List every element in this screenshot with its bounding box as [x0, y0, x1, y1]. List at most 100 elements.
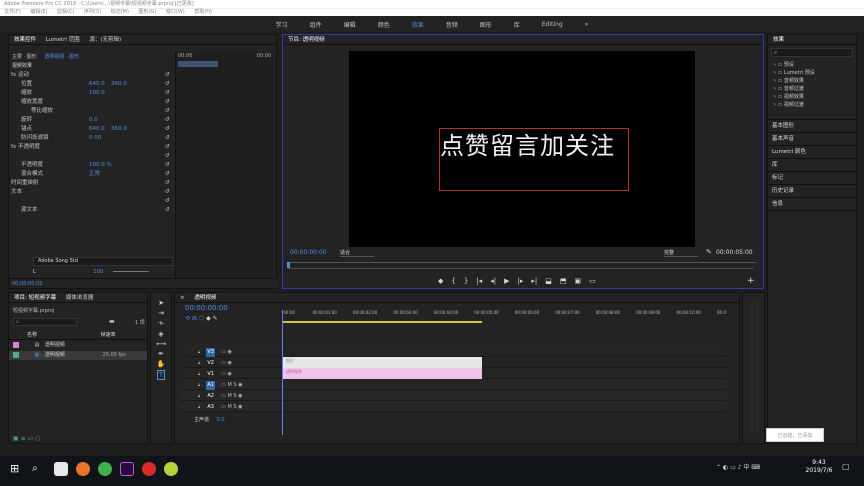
lock-icon[interactable]: 🔒︎: [198, 371, 200, 376]
effects-folder[interactable]: › ▭ 音频效果: [774, 77, 856, 85]
menu-marker[interactable]: 标记(M): [111, 9, 129, 15]
effect-row[interactable]: fx 运动 ↺: [9, 71, 175, 80]
effect-row[interactable]: 源文本 ↺: [9, 206, 175, 215]
reset-icon[interactable]: ↺: [165, 98, 170, 107]
workspace-assembly[interactable]: 组件: [299, 20, 333, 29]
reset-icon[interactable]: ↺: [165, 206, 170, 215]
task-view-icon[interactable]: [54, 462, 68, 476]
workspace-effects[interactable]: 效果: [401, 20, 435, 29]
font-select[interactable]: Adobe Song Std: [33, 257, 173, 266]
track-target-button[interactable]: A2: [206, 392, 215, 401]
effects-folder[interactable]: › ▭ 预设: [774, 61, 856, 69]
project-footer-icons[interactable]: ▣ ≡ ▭ ○: [13, 435, 40, 442]
premiere-icon[interactable]: [120, 462, 134, 476]
step-forward-icon[interactable]: |▸: [517, 277, 523, 285]
add-marker-icon[interactable]: ◆: [438, 277, 443, 285]
reset-icon[interactable]: ↺: [165, 152, 170, 161]
effect-controls-timecode[interactable]: 00:00:00:00: [9, 278, 277, 288]
go-to-out-icon[interactable]: ▸|: [531, 277, 537, 285]
reset-icon[interactable]: ↺: [165, 197, 170, 206]
search-icon[interactable]: ⌕: [32, 463, 38, 474]
workspace-editing-en[interactable]: Editing: [531, 21, 574, 28]
panel-section-header[interactable]: 基本声音: [768, 133, 856, 146]
extract-icon[interactable]: ⬒: [560, 277, 567, 285]
mute-solo-icons[interactable]: ▭ M S ◉: [221, 404, 242, 410]
fit-select[interactable]: 适合: [340, 249, 374, 257]
effect-row[interactable]: 时间重映射 ↺: [9, 179, 175, 188]
font-size-value[interactable]: 100: [93, 269, 103, 275]
tab-media-browser[interactable]: 媒体浏览器: [66, 295, 94, 301]
effect-row-value[interactable]: 100.0 %: [89, 161, 112, 170]
lock-icon[interactable]: 🔒︎: [198, 349, 200, 354]
panel-section-header[interactable]: 历史记录: [768, 185, 856, 198]
font-style-select[interactable]: L: [33, 269, 36, 275]
close-icon[interactable]: ×: [180, 295, 185, 301]
menu-file[interactable]: 文件(F): [4, 9, 21, 15]
effect-row-value[interactable]: 0.0: [89, 116, 98, 125]
mute-solo-icons[interactable]: ▭ M S ◉: [221, 382, 242, 388]
lock-icon[interactable]: 🔒︎: [198, 360, 200, 365]
selection-tool-icon[interactable]: ➤: [158, 299, 164, 307]
panel-section-header[interactable]: 基本图形: [768, 120, 856, 133]
toggle-output-icon[interactable]: ▭ ◉: [221, 360, 232, 366]
effect-row[interactable]: 锚点 640.0 360.0 ↺: [9, 125, 175, 134]
workspace-editing[interactable]: 编辑: [333, 20, 367, 29]
reset-icon[interactable]: ↺: [165, 170, 170, 179]
mark-in-icon[interactable]: {: [451, 277, 455, 285]
effect-row[interactable]: fx 不透明度 ↺: [9, 143, 175, 152]
mute-solo-icons[interactable]: ▭ M S ◉: [221, 393, 242, 399]
effect-row[interactable]: 缩放 100.0 ↺: [9, 89, 175, 98]
effect-row[interactable]: 位置 640.0 360.0 ↺: [9, 80, 175, 89]
column-name[interactable]: 名称: [27, 332, 37, 338]
master-track-value[interactable]: 0.0: [217, 417, 225, 423]
track-target-button[interactable]: A3: [206, 403, 215, 412]
linked-selection-icon[interactable]: ⬡: [199, 315, 204, 322]
effect-row[interactable]: 等比缩放 ↺: [9, 107, 175, 116]
reset-icon[interactable]: ↺: [165, 179, 170, 188]
text-bounding-box[interactable]: [439, 128, 629, 191]
firefox-icon[interactable]: [76, 462, 90, 476]
pen-tool-icon[interactable]: ✒: [158, 350, 164, 358]
menu-help[interactable]: 帮助(H): [194, 9, 212, 15]
wrench-icon[interactable]: ✎: [706, 248, 712, 256]
system-tray-icons[interactable]: ⌃ ◐ ▭ ♪ 中 ⌨: [716, 462, 760, 471]
effect-row-value[interactable]: 640.0: [89, 125, 105, 134]
reset-icon[interactable]: ↺: [165, 71, 170, 80]
program-timecode[interactable]: 00:00:00:00: [290, 249, 327, 256]
lift-icon[interactable]: ⬓: [545, 277, 552, 285]
effects-folder[interactable]: › ▭ 视频过渡: [774, 101, 856, 109]
reset-icon[interactable]: ↺: [165, 89, 170, 98]
play-icon[interactable]: ▶: [504, 277, 509, 285]
tab-effect-controls[interactable]: 效果控件: [14, 37, 36, 43]
reset-icon[interactable]: ↺: [165, 134, 170, 143]
timeline-ruler[interactable]: :00:00 00:00:01:00 00:00:02:00 00:00:03:00 0…: [282, 310, 727, 320]
go-to-in-icon[interactable]: |◂: [476, 277, 482, 285]
project-item[interactable]: ▤ 透明视频: [9, 341, 147, 350]
tab-source[interactable]: 源：(无剪辑): [89, 37, 121, 43]
panel-section-header[interactable]: 库: [768, 159, 856, 172]
workspace-audio[interactable]: 音频: [435, 20, 469, 29]
workspace-libraries[interactable]: 库: [503, 20, 531, 29]
windows-start-icon[interactable]: ⊞: [10, 463, 22, 475]
effect-row[interactable]: 旋转 0.0 ↺: [9, 116, 175, 125]
panel-section-header[interactable]: 信息: [768, 198, 856, 211]
timeline-timecode[interactable]: 00:00:00:00: [185, 304, 228, 312]
lock-icon[interactable]: 🔒︎: [198, 382, 200, 387]
font-size-slider[interactable]: [112, 271, 149, 272]
insert-sequence-icon[interactable]: ⟲: [185, 315, 190, 322]
step-back-icon[interactable]: ◂|: [490, 277, 496, 285]
effect-row[interactable]: 不透明度 100.0 % ↺: [9, 161, 175, 170]
effect-row-value[interactable]: 0.00: [89, 134, 101, 143]
menu-clip[interactable]: 剪辑(C): [57, 9, 74, 15]
reset-icon[interactable]: ↺: [165, 188, 170, 197]
column-frame-rate[interactable]: 帧速率: [101, 332, 116, 338]
tab-project[interactable]: 项目: 短视频字幕: [14, 295, 56, 301]
clip-v1[interactable]: 透明视频: [282, 368, 482, 379]
export-frame-icon[interactable]: ▣: [574, 277, 581, 285]
type-tool-icon[interactable]: T: [156, 370, 166, 380]
effect-row[interactable]: 文本 ↺: [9, 188, 175, 197]
track-target-button[interactable]: A1: [206, 381, 216, 390]
reset-icon[interactable]: ↺: [165, 80, 170, 89]
add-marker-icon[interactable]: ◆: [206, 315, 211, 322]
effect-row[interactable]: ↺: [9, 197, 175, 206]
